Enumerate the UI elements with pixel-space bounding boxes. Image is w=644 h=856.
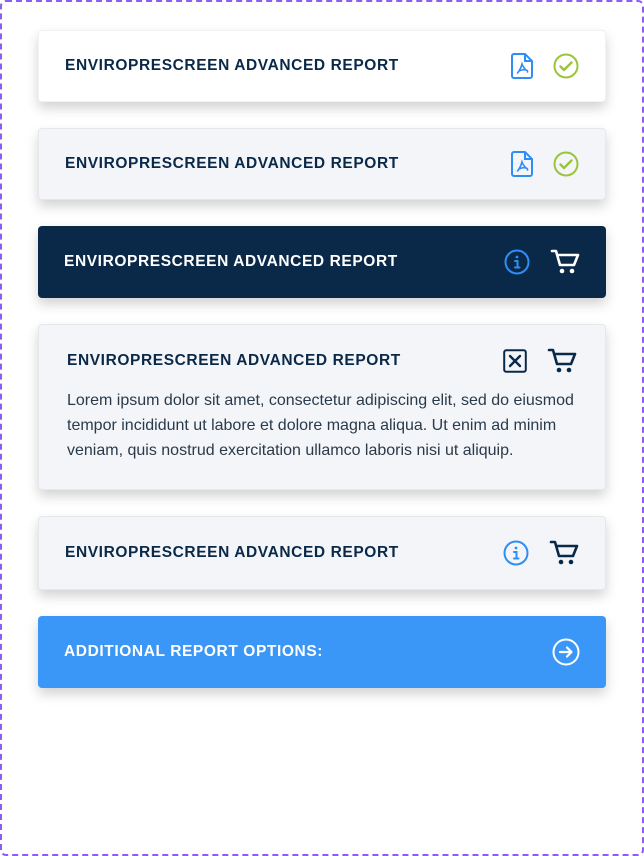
close-icon[interactable] xyxy=(503,349,527,373)
pdf-icon[interactable] xyxy=(511,53,533,79)
pdf-icon[interactable] xyxy=(511,151,533,177)
cart-icon[interactable] xyxy=(549,539,579,567)
card-actions xyxy=(503,347,577,375)
report-title: ENVIROPRESCREEN ADVANCED REPORT xyxy=(67,352,401,370)
check-circle-icon xyxy=(553,53,579,79)
cart-icon[interactable] xyxy=(550,248,580,276)
additional-options-label: ADDITIONAL REPORT OPTIONS: xyxy=(64,643,323,661)
additional-options-button[interactable]: ADDITIONAL REPORT OPTIONS: xyxy=(38,616,606,688)
arrow-right-circle-icon xyxy=(552,638,580,666)
report-card-expanded: ENVIROPRESCREEN ADVANCED REPORT xyxy=(38,324,606,490)
cart-icon[interactable] xyxy=(547,347,577,375)
report-card[interactable]: ENVIROPRESCREEN ADVANCED REPORT xyxy=(38,516,606,590)
report-description: Lorem ipsum dolor sit amet, consectetur … xyxy=(67,389,577,463)
report-card[interactable]: ENVIROPRESCREEN ADVANCED REPORT xyxy=(38,30,606,102)
report-title: ENVIROPRESCREEN ADVANCED REPORT xyxy=(65,57,399,75)
report-card-header: ENVIROPRESCREEN ADVANCED REPORT xyxy=(67,347,577,375)
report-title: ENVIROPRESCREEN ADVANCED REPORT xyxy=(65,544,399,562)
report-card[interactable]: ENVIROPRESCREEN ADVANCED REPORT xyxy=(38,128,606,200)
report-card[interactable]: ENVIROPRESCREEN ADVANCED REPORT xyxy=(38,226,606,298)
report-title: ENVIROPRESCREEN ADVANCED REPORT xyxy=(64,253,398,271)
report-list-frame: ENVIROPRESCREEN ADVANCED REPORT ENVIROPR… xyxy=(0,0,644,856)
card-actions xyxy=(504,248,580,276)
check-circle-icon xyxy=(553,151,579,177)
info-icon[interactable] xyxy=(503,540,529,566)
info-icon[interactable] xyxy=(504,249,530,275)
card-actions xyxy=(503,539,579,567)
card-actions xyxy=(511,53,579,79)
card-actions xyxy=(511,151,579,177)
report-title: ENVIROPRESCREEN ADVANCED REPORT xyxy=(65,155,399,173)
